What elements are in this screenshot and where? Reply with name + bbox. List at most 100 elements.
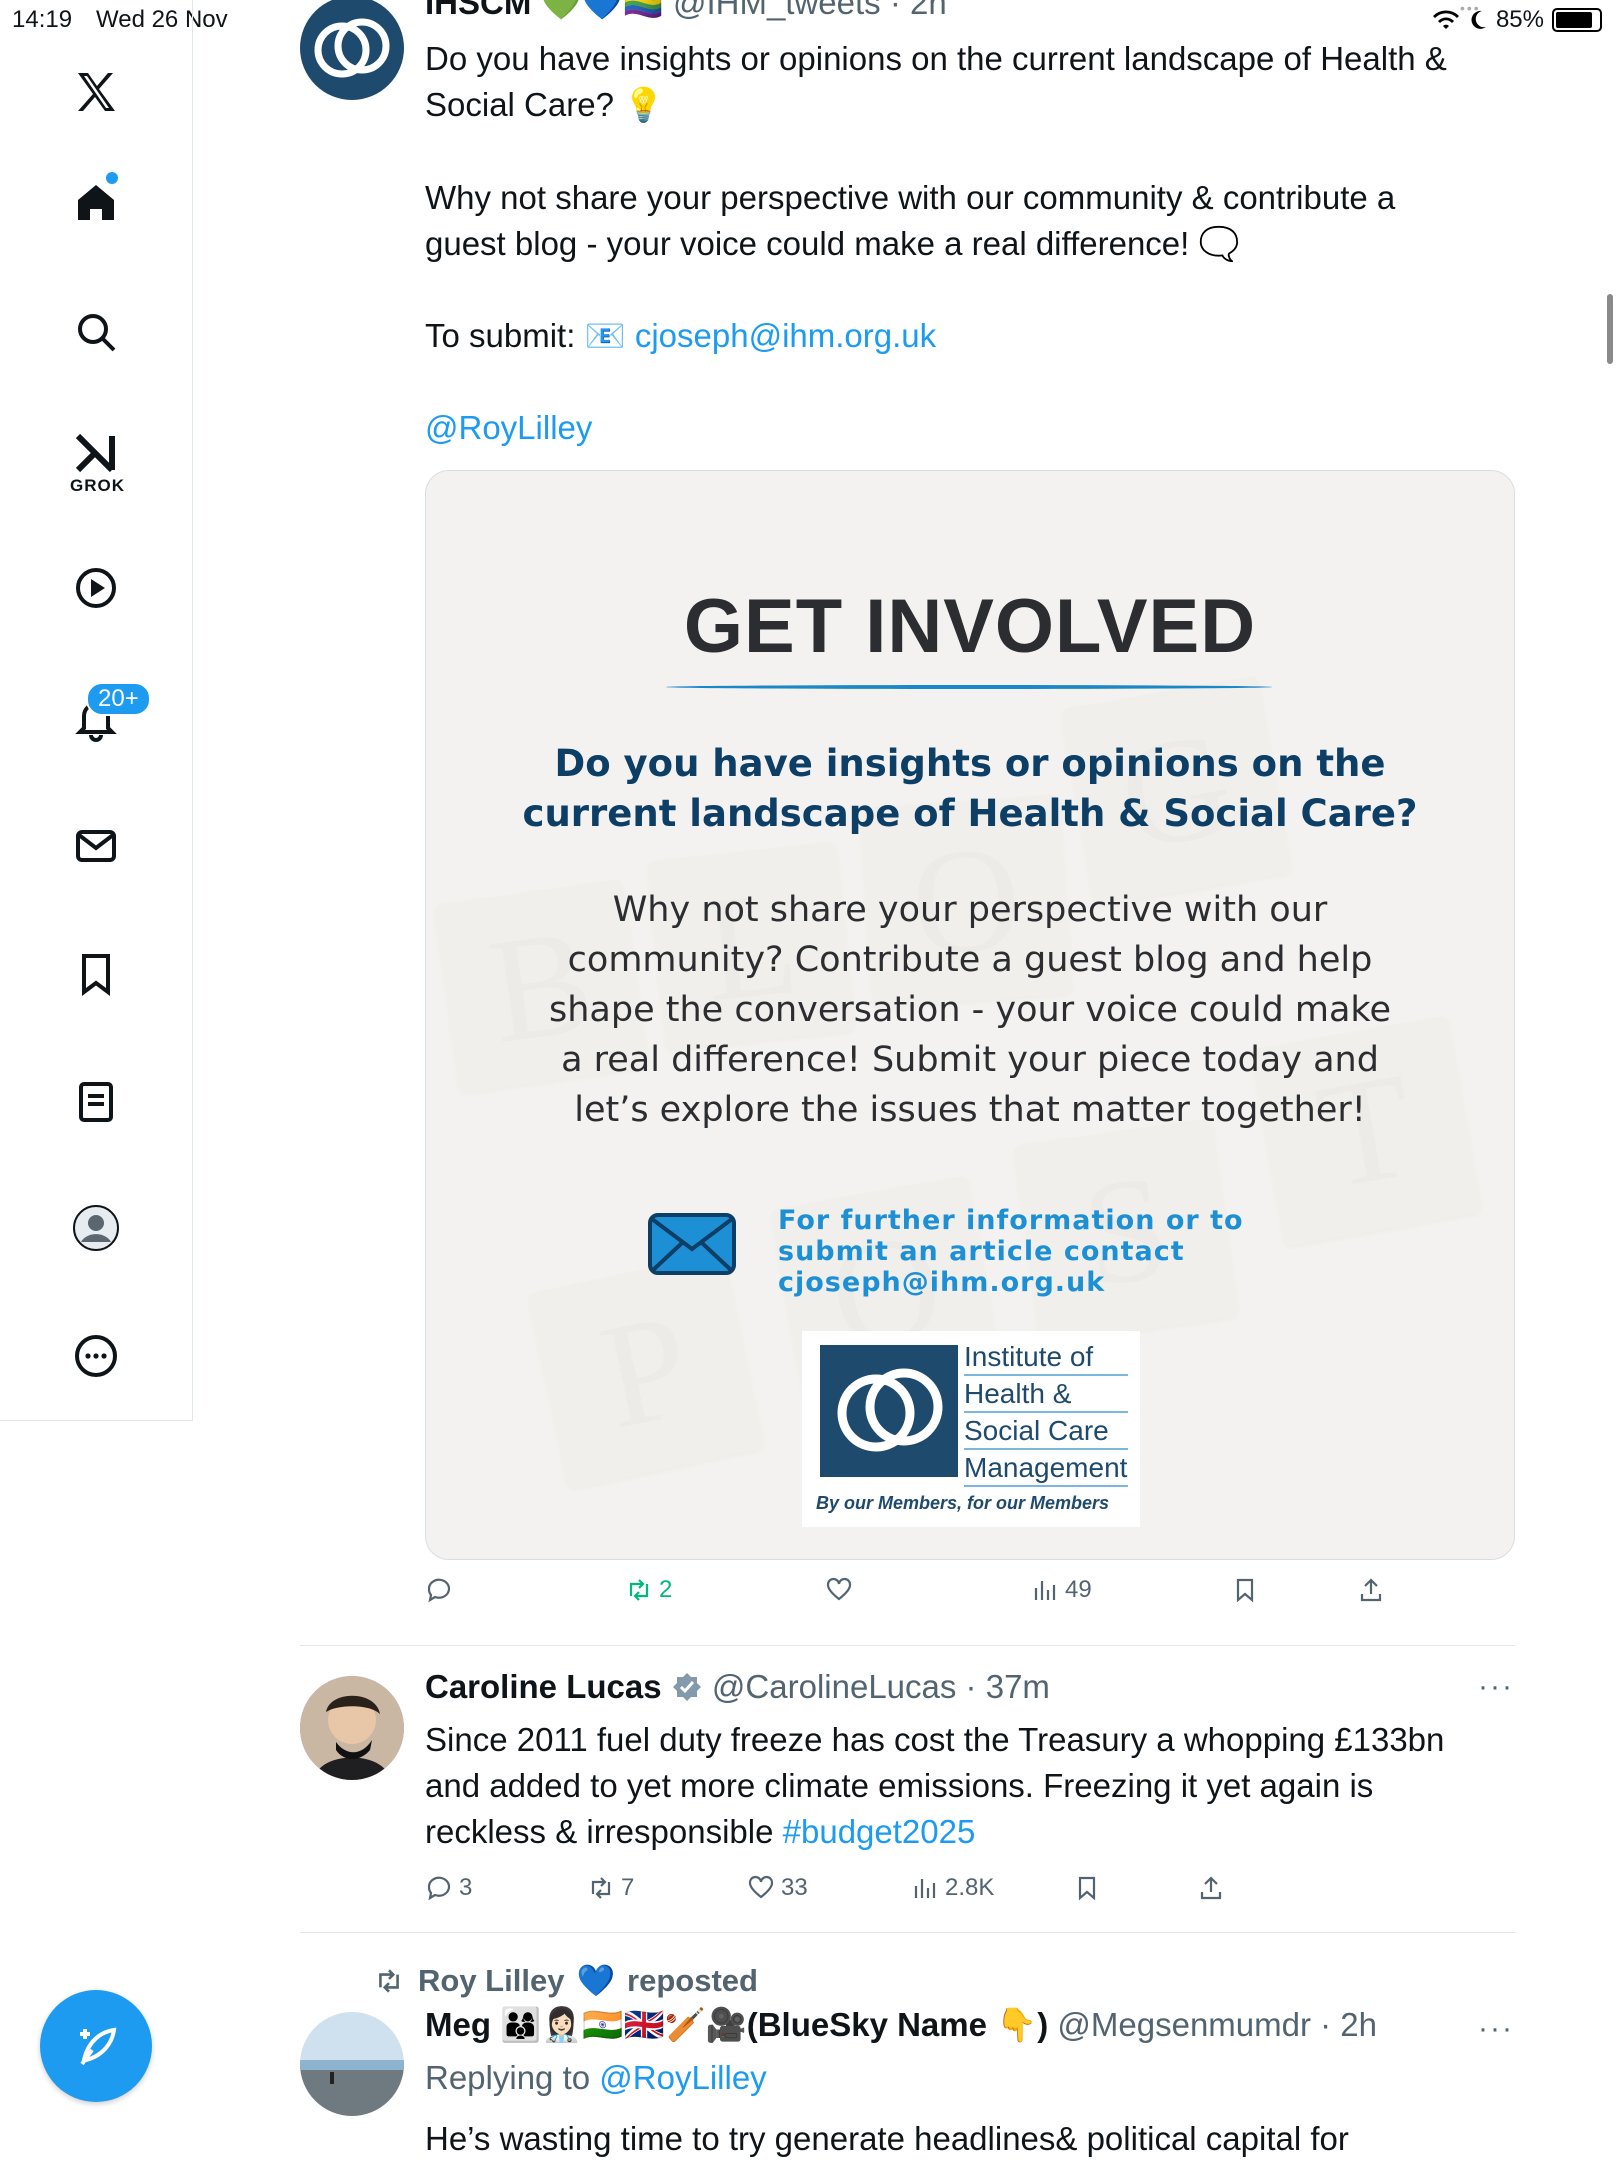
tweet-text-line: reckless & irresponsible #budget2025: [425, 1813, 976, 1850]
bookmark-button[interactable]: [1231, 1576, 1259, 1604]
status-right: 85%: [1432, 6, 1602, 34]
image-question: Do you have insights or opinions on the …: [522, 742, 1418, 835]
ihscm-logo-mark-icon: [820, 1345, 958, 1477]
views-button[interactable]: 2.8K: [911, 1874, 994, 1902]
verified-badge-icon: [672, 1673, 701, 1701]
lists-icon[interactable]: [68, 1074, 124, 1130]
name-emojis: 💚💙🏳️‍🌈: [540, 0, 664, 21]
reply-icon: [427, 1876, 451, 1901]
battery-percent: 85%: [1495, 6, 1544, 33]
replying-to-mention[interactable]: @RoyLilley: [599, 2059, 766, 2096]
tweet-text-line: and added to yet more climate emissions.…: [425, 1767, 1374, 1804]
compose-post-button[interactable]: [40, 1990, 152, 2102]
wifi-icon: [1432, 10, 1459, 29]
sidebar: GROK 20+: [0, 0, 193, 1421]
share-icon: [1360, 1578, 1382, 1602]
tweet-time[interactable]: 2h: [1340, 2006, 1377, 2043]
moon-icon: [1471, 10, 1486, 29]
compose-feather-icon: [80, 2027, 117, 2066]
notifications-badge: 20+: [86, 682, 151, 716]
reposter-emoji: 💙: [576, 1963, 616, 1998]
grok-label: GROK: [70, 476, 125, 495]
image-contact: For further information or to submit an …: [778, 1205, 1244, 1298]
author-name[interactable]: IHSCM: [425, 0, 531, 21]
tweet-text-line: Since 2011 fuel duty freeze has cost the…: [425, 1721, 1445, 1758]
more-menu-icon[interactable]: ···: [1478, 2012, 1514, 2046]
meg-avatar[interactable]: [300, 2012, 404, 2116]
tweet-text-line: guest blog - your voice could make a rea…: [425, 225, 1240, 262]
tweet-divider: [300, 1645, 1515, 1646]
repost-button[interactable]: 7: [587, 1874, 634, 1902]
home-unread-dot: [106, 172, 118, 184]
ihscm-avatar[interactable]: [300, 0, 404, 100]
hashtag-link[interactable]: #budget2025: [783, 1813, 976, 1850]
tweet-text-line: He’s wasting time to try generate headli…: [425, 2120, 1349, 2157]
views-chart-icon: [1034, 1581, 1056, 1600]
x-logo-icon[interactable]: [68, 64, 124, 120]
envelope-icon: [648, 1213, 736, 1275]
logo-tagline: By our Members, for our Members: [816, 1493, 1110, 1513]
share-button[interactable]: [1357, 1576, 1385, 1604]
submit-prefix: To submit: 📧: [425, 317, 626, 354]
grok-icon[interactable]: [68, 424, 124, 480]
author-handle[interactable]: @IHM_tweets: [673, 0, 881, 21]
title-underline: [666, 685, 1272, 689]
tweet-divider: [300, 1932, 1515, 1933]
repost-icon: [379, 1968, 399, 1993]
repost-button[interactable]: 2: [625, 1576, 672, 1604]
image-title: GET INVOLVED: [683, 584, 1257, 669]
battery-icon: [1552, 8, 1602, 32]
reply-button[interactable]: 3: [425, 1874, 472, 1902]
views-chart-icon: [914, 1879, 936, 1898]
search-icon[interactable]: [68, 304, 124, 360]
author-name[interactable]: Meg: [425, 2006, 491, 2043]
repost-label: reposted: [627, 1962, 758, 1998]
reply-button[interactable]: [425, 1576, 459, 1604]
more-menu-icon[interactable]: ···: [1478, 1670, 1514, 1704]
tweet-text-line: Do you have insights or opinions on the …: [425, 40, 1447, 77]
like-button[interactable]: 33: [747, 1874, 808, 1902]
bookmark-button[interactable]: [1073, 1874, 1101, 1902]
share-icon: [1200, 1876, 1222, 1900]
author-handle[interactable]: @Megsenmumdr: [1057, 2006, 1311, 2043]
messages-icon[interactable]: [68, 818, 124, 874]
repost-icon: [591, 1877, 611, 1899]
image-body: Why not share your perspective with our …: [549, 890, 1391, 1130]
author-name[interactable]: Caroline Lucas: [425, 1668, 662, 1705]
repost-icon: [629, 1579, 649, 1601]
reposter-name[interactable]: Roy Lilley: [418, 1963, 564, 1999]
views-button[interactable]: 49: [1031, 1576, 1092, 1604]
tweet-actions: 2 49: [425, 1576, 1515, 1616]
bookmark-icon: [1236, 1578, 1254, 1603]
caroline-lucas-avatar[interactable]: [300, 1676, 404, 1780]
ihscm-logo: Institute of Health & Social Care Manage…: [802, 1331, 1140, 1527]
tweet-time[interactable]: 2h: [910, 0, 947, 21]
profile-avatar-icon[interactable]: [68, 1200, 124, 1256]
tweet-image[interactable]: B L O G P O S T GET INVOLVED Do you have…: [425, 470, 1515, 1560]
tweet-header: Caroline Lucas @CarolineLucas · 37m: [425, 1668, 1050, 1705]
tweet-submit-line: To submit: 📧 cjoseph@ihm.org.uk: [425, 313, 936, 359]
author-handle[interactable]: @CarolineLucas: [712, 1668, 956, 1705]
logo-text: Institute of Health & Social Care Manage…: [964, 1339, 1128, 1487]
repost-context: Roy Lilley 💙 reposted: [372, 1962, 758, 1999]
heart-icon: [826, 1577, 852, 1601]
name-emojis: 👨‍👩‍👦👩🏻‍⚕️🇮🇳🇬🇧🏏🎥(BlueSky Name 👇): [500, 2006, 1049, 2043]
like-button[interactable]: [825, 1576, 859, 1604]
email-link[interactable]: cjoseph@ihm.org.uk: [635, 317, 936, 354]
video-icon[interactable]: [68, 560, 124, 616]
scrollbar[interactable]: [1607, 294, 1613, 364]
reply-icon: [427, 1578, 451, 1603]
bookmarks-icon[interactable]: [68, 946, 124, 1002]
tweet-time[interactable]: 37m: [986, 1668, 1050, 1705]
bookmark-icon: [1078, 1876, 1096, 1901]
mention-link[interactable]: @RoyLilley: [425, 405, 592, 451]
tweet-text-line: Why not share your perspective with our …: [425, 179, 1396, 216]
share-button[interactable]: [1197, 1874, 1225, 1902]
tweet-header: Meg 👨‍👩‍👦👩🏻‍⚕️🇮🇳🇬🇧🏏🎥(BlueSky Name 👇) @Me…: [425, 2006, 1378, 2043]
tweet-header: IHSCM 💚💙🏳️‍🌈 @IHM_tweets · 2h: [425, 0, 947, 23]
tweet-actions: 3 7 33 2.8K: [425, 1874, 1515, 1914]
tweet-text-line: Social Care? 💡: [425, 86, 665, 123]
heart-icon: [748, 1875, 774, 1899]
replying-to-line: Replying to @RoyLilley: [425, 2059, 767, 2096]
more-options-icon[interactable]: [68, 1328, 124, 1384]
